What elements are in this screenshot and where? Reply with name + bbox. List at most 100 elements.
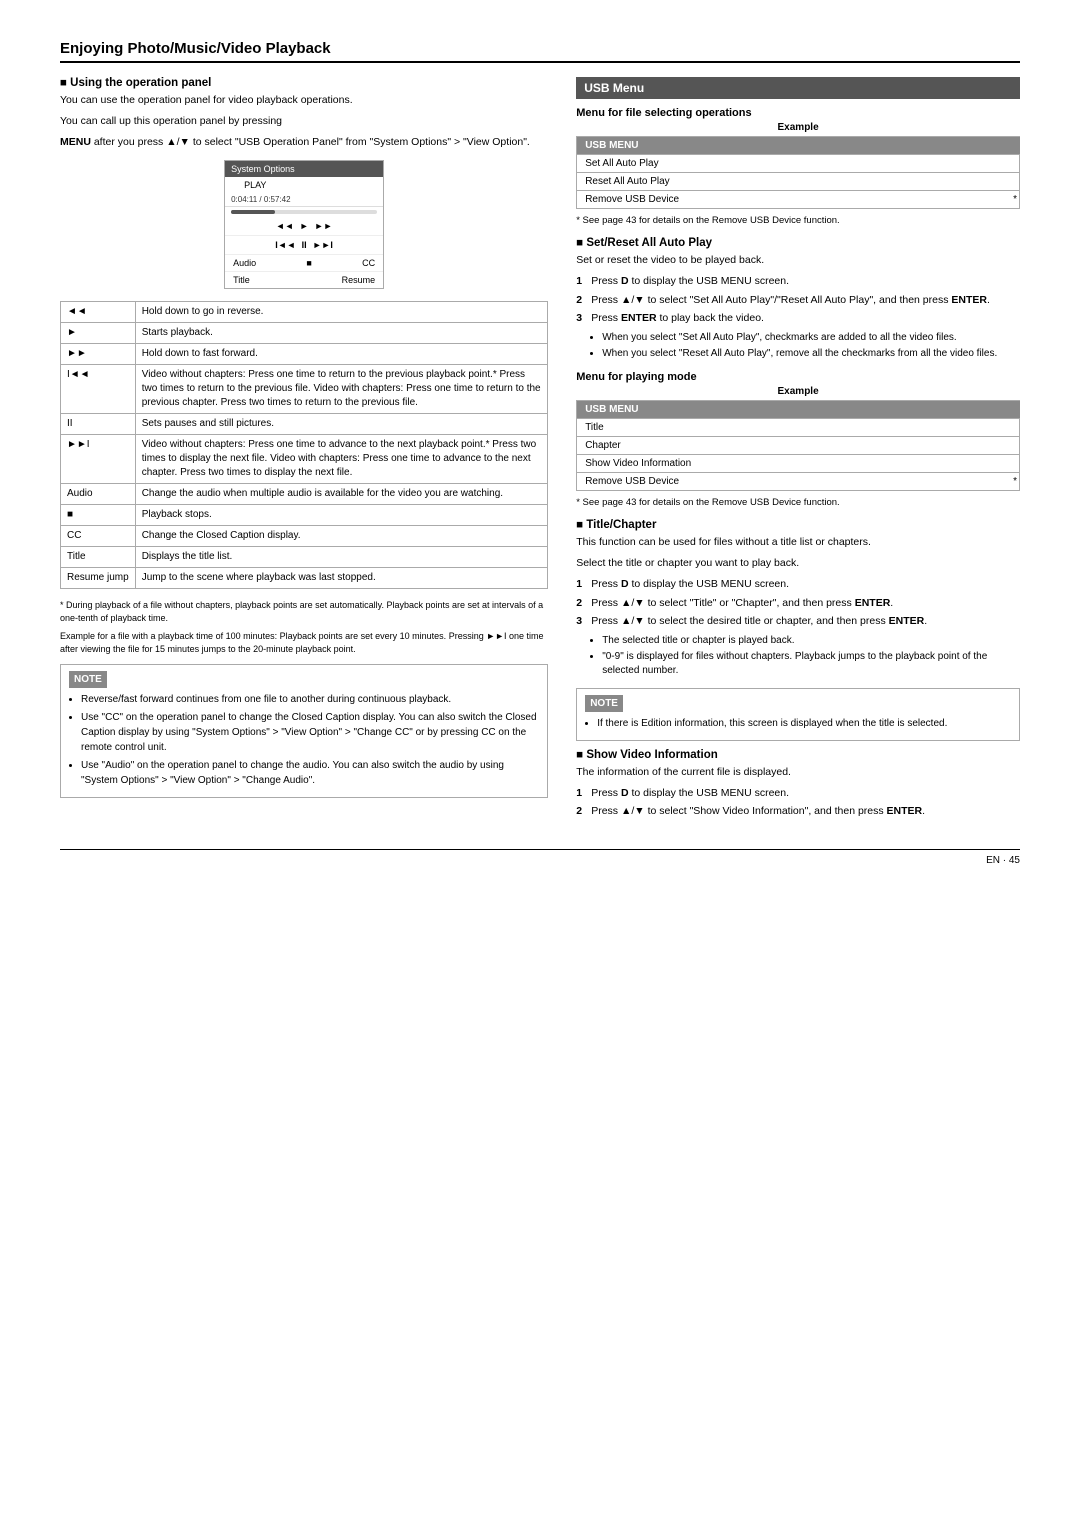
button-symbol: Resume jump: [61, 568, 136, 589]
button-desc: Change the audio when multiple audio is …: [135, 484, 547, 505]
btn-resume: Resume: [342, 275, 376, 285]
title-chapter-section: Title/Chapter This function can be used …: [576, 519, 1020, 678]
table-row: Title: [577, 419, 1020, 437]
table-row: TitleDisplays the title list.: [61, 547, 548, 568]
list-item: 2 Press ▲/▼ to select "Set All Auto Play"…: [576, 293, 1020, 308]
btn-prev: I◄◄: [275, 240, 295, 250]
button-symbol: CC: [61, 526, 136, 547]
list-item: When you select "Set All Auto Play", che…: [602, 331, 1020, 345]
playing-mode-example-label: Example: [576, 386, 1020, 397]
panel-controls-row2: I◄◄ II ►►I: [225, 236, 383, 255]
step-number: 2: [576, 596, 586, 611]
menu-item-asterisk: [1006, 155, 1020, 173]
panel-play-row: PLAY: [225, 177, 383, 193]
list-item: 3 Press ENTER to play back the video.: [576, 311, 1020, 326]
table-row: I◄◄Video without chapters: Press one tim…: [61, 365, 548, 414]
list-item: "0-9" is displayed for files without cha…: [602, 650, 1020, 678]
menu-item-label: Remove USB Device: [577, 191, 1006, 209]
panel-play-label: PLAY: [244, 180, 266, 190]
table-row: Remove USB Device*: [577, 473, 1020, 491]
set-reset-section: Set/Reset All Auto Play Set or reset the…: [576, 237, 1020, 361]
menu-bold: MENU: [60, 136, 91, 148]
page-footer: EN · 45: [60, 849, 1020, 866]
button-symbol: Title: [61, 547, 136, 568]
menu-item-asterisk: *: [1006, 473, 1020, 491]
right-column: USB Menu Menu for file selecting operati…: [576, 77, 1020, 829]
left-column: Using the operation panel You can use th…: [60, 77, 548, 829]
step-text: Press ▲/▼ to select "Set All Auto Play"/…: [591, 293, 990, 308]
btn-stop: ■: [306, 258, 311, 268]
btn-audio: Audio: [233, 258, 256, 268]
list-item: 1Press D to display the USB MENU screen.: [576, 577, 1020, 592]
operation-panel-container: System Options PLAY 0:04:11 / 0:57:42 ◄◄…: [60, 160, 548, 289]
file-select-table: USB MENUSet All Auto PlayReset All Auto …: [576, 136, 1020, 209]
btn-cc: CC: [362, 258, 375, 268]
list-item: Use "Audio" on the operation panel to ch…: [81, 758, 539, 788]
left-para1: You can use the operation panel for vide…: [60, 93, 548, 109]
playing-mode-footnote: * See page 43 for details on the Remove …: [576, 496, 1020, 509]
button-symbol: II: [61, 414, 136, 435]
button-desc: Hold down to fast forward.: [135, 344, 547, 365]
table-row: Reset All Auto Play: [577, 173, 1020, 191]
table-row: ■Playback stops.: [61, 505, 548, 526]
set-reset-intro: Set or reset the video to be played back…: [576, 253, 1020, 269]
list-item: 1 Press D to display the USB MENU screen.: [576, 274, 1020, 289]
list-item: The selected title or chapter is played …: [602, 634, 1020, 648]
table-row: Set All Auto Play: [577, 155, 1020, 173]
table-row: USB MENU: [577, 401, 1020, 419]
button-desc: Playback stops.: [135, 505, 547, 526]
list-item: Use "CC" on the operation panel to chang…: [81, 710, 539, 755]
table-row: Chapter: [577, 437, 1020, 455]
table-row: ►►Hold down to fast forward.: [61, 344, 548, 365]
panel-header: System Options: [225, 161, 383, 177]
operation-panel: System Options PLAY 0:04:11 / 0:57:42 ◄◄…: [224, 160, 384, 289]
btn-title: Title: [233, 275, 250, 285]
list-item: When you select "Reset All Auto Play", r…: [602, 347, 1020, 361]
button-desc: Video without chapters: Press one time t…: [135, 365, 547, 414]
step-number: 1: [576, 577, 586, 592]
table-row: ◄◄Hold down to go in reverse.: [61, 302, 548, 323]
show-video-section: Show Video Information The information o…: [576, 749, 1020, 819]
table-row: ►►IVideo without chapters: Press one tim…: [61, 435, 548, 484]
playing-mode-table: USB MENUTitleChapterShow Video Informati…: [576, 400, 1020, 491]
table-row: ►Starts playback.: [61, 323, 548, 344]
menu-item-asterisk: *: [1006, 191, 1020, 209]
list-item: 3Press ▲/▼ to select the desired title o…: [576, 614, 1020, 629]
step-text: Press ENTER to play back the video.: [591, 311, 764, 326]
step-text: Press ▲/▼ to select "Show Video Informat…: [591, 804, 925, 819]
btn-rewind: ◄◄: [276, 221, 294, 231]
playing-mode-header: Menu for playing mode: [576, 371, 1020, 383]
step-text: Press D to display the USB MENU screen.: [591, 274, 789, 289]
note1-list: Reverse/fast forward continues from one …: [69, 692, 539, 788]
panel-controls-row1: ◄◄ ► ►►: [225, 217, 383, 236]
footnote2: Example for a file with a playback time …: [60, 630, 548, 655]
button-symbol: ►►I: [61, 435, 136, 484]
button-symbol: I◄◄: [61, 365, 136, 414]
menu-item-label: USB MENU: [577, 137, 1020, 155]
button-desc: Hold down to go in reverse.: [135, 302, 547, 323]
page-title: Enjoying Photo/Music/Video Playback: [60, 40, 1020, 63]
menu-item-label: Set All Auto Play: [577, 155, 1006, 173]
note-box-1: NOTE Reverse/fast forward continues from…: [60, 664, 548, 798]
file-select-example-label: Example: [576, 122, 1020, 133]
step-number: 3: [576, 311, 586, 326]
table-row: AudioChange the audio when multiple audi…: [61, 484, 548, 505]
list-item: Reverse/fast forward continues from one …: [81, 692, 539, 707]
menu-item-label: Title: [577, 419, 1006, 437]
btn-next: ►►I: [313, 240, 333, 250]
step-text: Press D to display the USB MENU screen.: [591, 786, 789, 801]
panel-header-text: System Options: [231, 164, 295, 174]
title-chapter-intro: This function can be used for files with…: [576, 535, 1020, 551]
step-number: 1: [576, 786, 586, 801]
button-desc: Video without chapters: Press one time t…: [135, 435, 547, 484]
title-chapter-header: Title/Chapter: [576, 519, 1020, 531]
left-section-header: Using the operation panel: [60, 77, 548, 89]
step-number: 1: [576, 274, 586, 289]
step-number: 2: [576, 293, 586, 308]
file-select-section: Menu for file selecting operations Examp…: [576, 107, 1020, 227]
panel-time: 0:04:11 / 0:57:42: [225, 193, 383, 207]
title-chapter-steps: 1Press D to display the USB MENU screen.…: [576, 577, 1020, 629]
table-row: Remove USB Device*: [577, 191, 1020, 209]
menu-item-asterisk: [1006, 455, 1020, 473]
note-title-1: NOTE: [69, 671, 107, 688]
